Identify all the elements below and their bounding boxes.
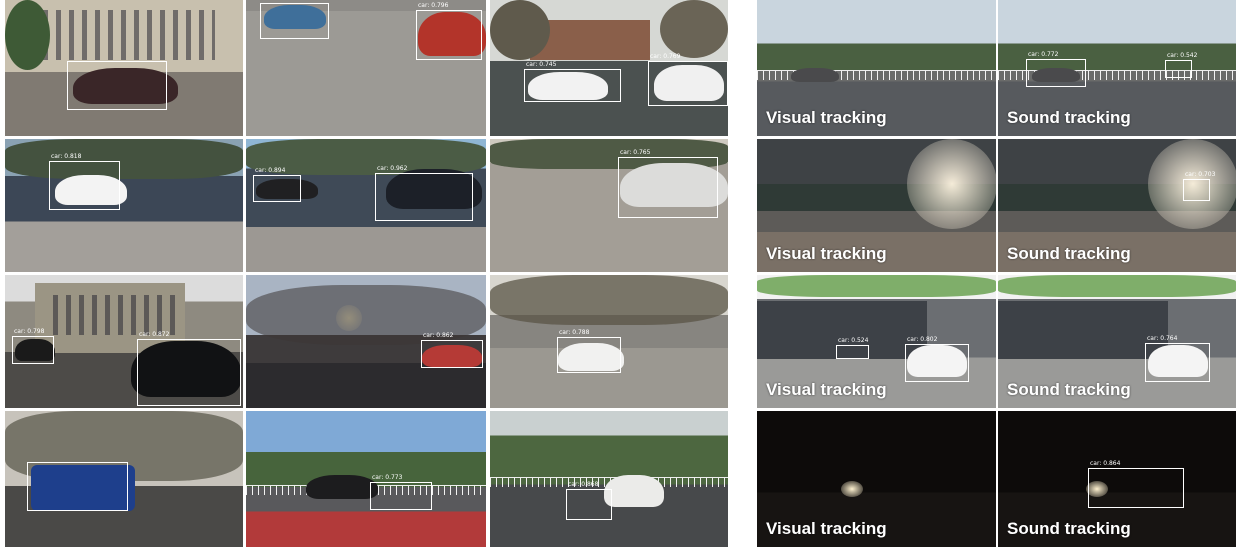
detection-box: car: 0.764 <box>1145 335 1210 382</box>
detection-box: car: 0.868 <box>566 481 612 520</box>
detection-label: car: 0.769 <box>650 53 681 60</box>
visual-tracking-caption: Visual tracking <box>766 519 887 538</box>
tree <box>490 275 728 325</box>
detection-box: car: 0.862 <box>421 332 483 368</box>
detection-label: car: 0.703 <box>1185 171 1216 178</box>
detection-box: car: 0.788 <box>557 329 621 373</box>
photo-left-r4c3: car: 0.868 <box>490 411 728 547</box>
detection-box: car: 0.524 <box>836 337 869 359</box>
detection-label: car: 0.798 <box>14 328 45 335</box>
detection-box: car: 0.802 <box>905 336 969 382</box>
photo-left-r1c2: car: 0.796 <box>246 0 486 136</box>
detection-label: car: 0.862 <box>423 332 454 339</box>
detection-box: car: 0.703 <box>1183 171 1215 201</box>
photo-left-r4c1 <box>5 411 243 547</box>
detection-box <box>27 462 128 511</box>
detection-label: car: 0.745 <box>526 61 557 68</box>
detection-label: car: 0.772 <box>1028 51 1059 58</box>
visual-tracking-caption: Visual tracking <box>766 244 887 263</box>
headlight <box>841 481 863 497</box>
sun-glare <box>907 139 996 229</box>
detection-box: car: 0.542 <box>1165 52 1197 78</box>
photo-sound-r1: car: 0.772 car: 0.542 Sound tracking <box>998 0 1236 136</box>
detection-label: car: 0.894 <box>255 167 286 174</box>
sound-tracking-caption: Sound tracking <box>1007 108 1131 127</box>
tree <box>5 139 243 179</box>
photo-left-r3c1: car: 0.798 car: 0.872 <box>5 275 243 408</box>
detection-box: car: 0.818 <box>49 153 120 210</box>
photo-left-r3c2: car: 0.862 <box>246 275 486 408</box>
photo-visual-r3: car: 0.524 car: 0.802 Visual tracking <box>757 275 996 408</box>
photo-visual-r1: Visual tracking <box>757 0 996 136</box>
photo-sound-r4: car: 0.864 Sound tracking <box>998 411 1236 547</box>
detection-label: car: 0.868 <box>568 481 599 488</box>
photo-visual-r4: Visual tracking <box>757 411 996 547</box>
sound-tracking-caption: Sound tracking <box>1007 244 1131 263</box>
tree <box>757 275 996 297</box>
car <box>791 68 839 82</box>
detection-box: car: 0.745 <box>524 61 621 102</box>
detection-box: car: 0.765 <box>618 149 718 218</box>
detection-box: car: 0.769 <box>648 53 728 106</box>
detection-box: car: 0.864 <box>1088 460 1184 508</box>
building-windows <box>35 10 215 60</box>
detection-box <box>67 61 167 110</box>
sound-tracking-caption: Sound tracking <box>1007 519 1131 538</box>
detection-label: car: 0.764 <box>1147 335 1178 342</box>
detection-box: car: 0.772 <box>1026 51 1086 87</box>
visual-tracking-caption: Visual tracking <box>766 380 887 399</box>
photo-sound-r2: car: 0.703 Sound tracking <box>998 139 1236 272</box>
tree <box>5 0 50 70</box>
car <box>604 475 664 507</box>
visual-tracking-caption: Visual tracking <box>766 108 887 127</box>
car <box>306 475 378 499</box>
detection-box: car: 0.894 <box>253 167 301 202</box>
photo-left-r1c1 <box>5 0 243 136</box>
detection-label: car: 0.524 <box>838 337 869 344</box>
detection-label: car: 0.864 <box>1090 460 1121 467</box>
detection-label: car: 0.962 <box>377 165 408 172</box>
photo-left-r3c3: car: 0.788 <box>490 275 728 408</box>
detection-box: car: 0.773 <box>370 474 432 510</box>
detection-box: car: 0.962 <box>375 165 473 221</box>
photo-left-r2c2: car: 0.894 car: 0.962 <box>246 139 486 272</box>
photo-sound-r3: car: 0.764 Sound tracking <box>998 275 1236 408</box>
building-windows <box>45 295 175 335</box>
detection-box: car: 0.796 <box>416 2 482 60</box>
tree <box>660 0 728 58</box>
detection-label: car: 0.542 <box>1167 52 1198 59</box>
detection-box <box>260 3 329 39</box>
detection-box: car: 0.872 <box>137 331 241 406</box>
sound-tracking-caption: Sound tracking <box>1007 380 1131 399</box>
photo-left-r1c3: car: 0.745 car: 0.769 <box>490 0 728 136</box>
photo-visual-r2: Visual tracking <box>757 139 996 272</box>
photo-left-r2c3: car: 0.765 <box>490 139 728 272</box>
detection-label: car: 0.773 <box>372 474 403 481</box>
tree <box>998 275 1236 297</box>
detection-label: car: 0.872 <box>139 331 170 338</box>
building <box>998 301 1168 359</box>
detection-label: car: 0.788 <box>559 329 590 336</box>
detection-label: car: 0.765 <box>620 149 651 156</box>
detection-label: car: 0.796 <box>418 2 449 9</box>
photo-left-r2c1: car: 0.818 <box>5 139 243 272</box>
tree <box>490 0 550 60</box>
detection-label: car: 0.802 <box>907 336 938 343</box>
photo-left-r4c2: car: 0.773 <box>246 411 486 547</box>
detection-box: car: 0.798 <box>12 328 54 364</box>
detection-label: car: 0.818 <box>51 153 82 160</box>
